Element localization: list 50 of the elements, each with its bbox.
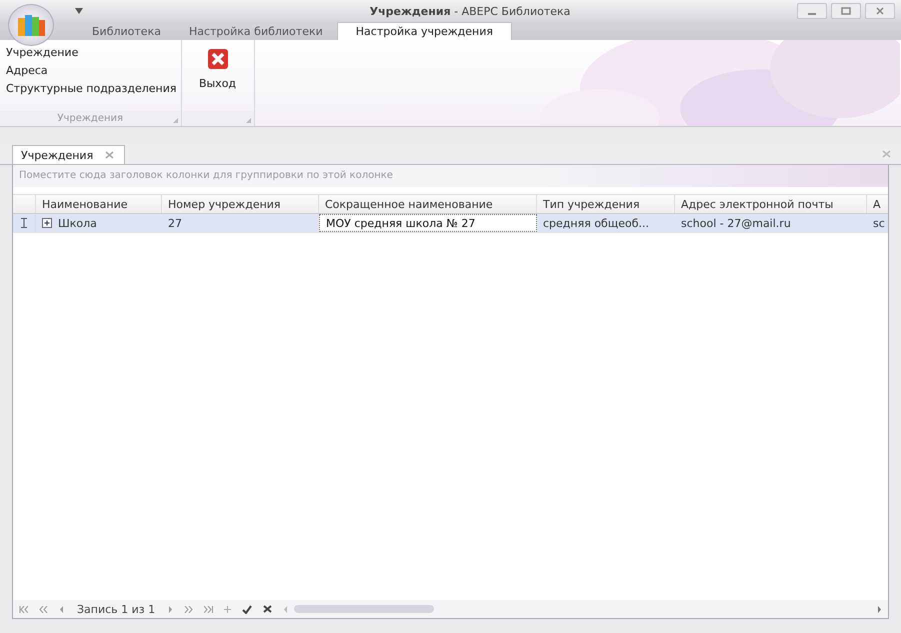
ribbon-tab[interactable]: Настройка библиотеки [174,22,337,40]
ribbon-tab[interactable]: Настройка учреждения [336,22,512,40]
close-icon[interactable] [882,150,891,158]
first-record-icon[interactable] [19,606,28,612]
maximize-button[interactable] [831,3,861,19]
group-caption: Учреждения [57,113,124,124]
dialog-launcher-icon[interactable] [246,118,250,123]
restore-icon [841,7,851,15]
close-button[interactable] [865,3,895,19]
document-tab[interactable]: Учреждения [12,145,126,164]
dropdown-icon[interactable] [75,8,83,14]
dialog-launcher-icon[interactable] [172,118,178,123]
table-cell: МОУ средняя школа № 27 [326,216,476,230]
column-header[interactable]: Номер учреждения [162,195,319,213]
minimize-button[interactable] [797,3,827,19]
exit-button[interactable]: Выход [182,40,254,111]
column-header[interactable]: Тип учреждения [537,195,675,213]
close-icon [206,48,228,70]
table-cell: school - 27@mail.ru [681,216,791,230]
window-title: Учреждения - АВЕРС Библиотека [368,4,572,18]
column-header[interactable]: Сокращенное наименование [319,195,537,213]
checkmark-icon[interactable] [242,604,252,614]
record-counter: Запись 1 из 1 [77,602,156,616]
next-page-icon[interactable] [184,606,194,612]
next-record-icon[interactable] [168,606,174,612]
table-row[interactable]: Школа 27 МОУ средняя школа № 27 средняя общеоб... school - 27@mail.ru sc [13,214,888,233]
column-header[interactable]: А [867,195,888,213]
scroll-left-icon[interactable] [283,606,288,612]
ribbon-item[interactable]: Учреждение [6,43,176,61]
ribbon-item[interactable]: Структурные подразделения [6,79,176,97]
expand-icon[interactable] [42,218,52,228]
scrollbar-thumb[interactable] [294,605,434,613]
previous-record-icon[interactable] [59,606,64,612]
table-cell: 27 [168,216,182,230]
ribbon-tab[interactable]: Библиотека [78,22,175,40]
table-cell: средняя общеоб... [543,216,649,230]
ribbon-item[interactable]: Адреса [6,61,176,79]
previous-page-icon[interactable] [39,606,48,612]
table-cell: sc [873,216,885,230]
app-menu-button[interactable] [8,4,54,46]
last-record-icon[interactable] [204,606,214,612]
scroll-right-icon[interactable] [877,606,882,612]
close-icon[interactable] [105,151,114,159]
add-icon[interactable] [224,606,232,612]
column-header[interactable]: Адрес электронной почты [675,195,867,213]
column-header[interactable]: Наименование [36,195,162,213]
cancel-icon[interactable] [263,605,272,613]
group-panel-hint: Поместите сюда заголовок колонки для группировки по этой колонке [13,165,888,187]
close-icon [875,7,885,15]
table-cell: Школа [58,216,97,230]
